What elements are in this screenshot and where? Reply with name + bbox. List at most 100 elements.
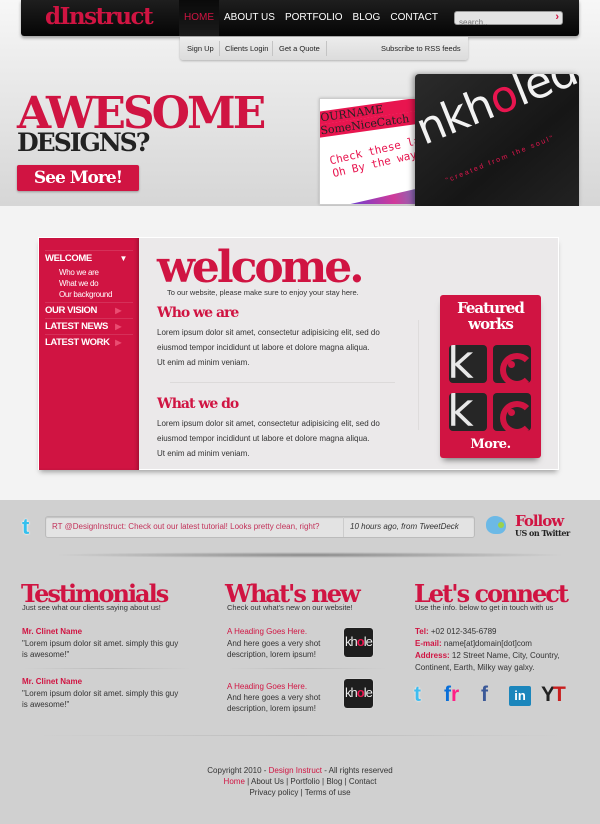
featured-works-box[interactable]: Featured works More. [440,295,541,458]
sidebar-item-label: LATEST NEWS [45,321,108,332]
site-logo[interactable]: dInstruct [45,3,154,30]
welcome-subtitle: To our website, please make sure to enjo… [167,288,359,297]
connect-subtitle: Use the info. below to get in touch with… [415,603,554,612]
news-thumbnail[interactable]: khole [344,679,373,708]
contact-address-2: Continent, Earth, Milky way galxy. [415,663,535,672]
rss-link[interactable]: Subscribe to RSS feeds [381,37,461,60]
copyright-text: Copyright 2010 - [207,766,269,775]
featured-thumb-4[interactable] [493,393,531,431]
follow-sublabel: US on Twitter [515,528,570,538]
nav-contact[interactable]: CONTACT [385,0,443,36]
who-we-are-heading: Who we are [157,305,239,321]
testimonial-name: Mr. Clinet Name [22,627,83,636]
portfolio-screenshot-2[interactable]: nkholed "created from the soul" [415,74,579,206]
what-we-do-heading: What we do [157,396,239,412]
news-heading-link[interactable]: A Heading Goes Here. [227,627,307,636]
linkedin-social-icon[interactable]: in [509,686,531,706]
twitter-icon[interactable]: t [22,516,38,538]
text-line: eiusmod tempor incididunt ut labore et d… [157,343,370,352]
text-line: eiusmod tempor incididunt ut labore et d… [157,434,370,443]
sidebar-item-label: OUR VISION [45,305,97,316]
triangle-right-icon: ▶ [115,322,121,331]
tweet-divider [343,517,344,537]
subnav-divider [326,41,327,56]
search-input[interactable] [455,16,540,29]
main-nav: HOME ABOUT US PORTFOLIO BLOG CONTACT [179,0,443,36]
see-more-button[interactable]: See More! [17,165,139,191]
triangle-right-icon: ▶ [115,338,121,347]
nav-blog[interactable]: BLOG [348,0,386,36]
sidebar-item-our-vision[interactable]: OUR VISION ▶ [45,302,133,318]
footer-links: Home | About Us | Portfolio | Blog | Con… [0,776,600,787]
clients-login-link[interactable]: Clients Login [225,37,268,60]
footer-link-about-us[interactable]: About Us [251,777,284,786]
sidebar-subitem-what-we-do[interactable]: What we do [59,278,99,289]
featured-title-line1: Featured [457,299,525,317]
featured-title-line2: works [468,315,514,333]
what-we-do-text: Lorem ipsum dolor sit amet, consectetur … [157,416,427,461]
sidebar-item-latest-work[interactable]: LATEST WORK ▶ [45,334,133,350]
featured-more-link[interactable]: More. [440,437,541,452]
shot1-text: Check these la Oh By the way [328,134,418,180]
tel-label: Tel: [415,627,429,636]
footer-link-home[interactable]: Home [224,777,245,786]
text-line: is awesome!" [22,650,70,659]
follow-us-on-twitter-link[interactable]: Follow US on Twitter [515,514,570,538]
footer: Copyright 2010 - Design Instruct - All r… [0,765,600,798]
tel-value: +02 012-345-6789 [430,627,497,636]
whats-new-subtitle: Check out what's new on our website! [227,603,353,612]
portfolio-screenshot-1[interactable]: OURNAME SomeNiceCatch Check these la Oh … [319,98,419,205]
sidebar-subitem-our-background[interactable]: Our background [59,289,112,300]
address-label: Address: [415,651,450,660]
get-a-quote-link[interactable]: Get a Quote [279,37,320,60]
sidebar-item-latest-news[interactable]: LATEST NEWS ▶ [45,318,133,334]
privacy-policy-link[interactable]: Privacy policy [249,788,298,797]
sidebar-item-welcome[interactable]: WELCOME ▼ [45,250,133,266]
text-line: Lorem ipsum dolor sit amet, consectetur … [157,419,380,428]
featured-thumb-1[interactable] [449,345,487,383]
featured-thumb-2[interactable] [493,345,531,383]
sidebar-subitem-who-we-are[interactable]: Who we are [59,267,99,278]
text-line: And here goes a very shot [227,639,321,648]
featured-thumb-3[interactable] [449,393,487,431]
terms-of-use-link[interactable]: Terms of use [305,788,351,797]
email-label: E-mail: [415,639,442,648]
text-line: "Lorem ipsum dolor sit amet. simply this… [22,689,179,698]
inkholed-logo: nkholed [415,74,579,155]
subnav-divider [219,41,220,56]
testimonial-quote: "Lorem ipsum dolor sit amet. simply this… [22,638,178,660]
address-value: 12 Street Name, City, Country, [451,651,560,660]
nav-about-us[interactable]: ABOUT US [219,0,280,36]
flickr-social-icon[interactable]: fr [444,682,459,708]
copyright-line: Copyright 2010 - Design Instruct - All r… [0,765,600,776]
brand-link[interactable]: Design Instruct [269,766,322,775]
footer-divider [35,735,565,736]
nav-portfolio[interactable]: PORTFOLIO [280,0,348,36]
twitter-bird-icon [486,516,506,534]
sign-up-link[interactable]: Sign Up [187,37,214,60]
inkholed-tagline: "created from the soul" [445,134,556,185]
news-heading-link[interactable]: A Heading Goes Here. [227,682,307,691]
shot1-graphic [348,184,418,204]
facebook-social-icon[interactable]: f [481,682,488,708]
sub-nav: Sign Up Clients Login Get a Quote Subscr… [180,37,468,60]
footer-link-portfolio[interactable]: Portfolio [290,777,319,786]
youtube-social-icon[interactable]: YT [541,682,566,708]
search-go-arrow-icon[interactable]: › [555,11,559,23]
news-description: And here goes a very shot description, l… [227,692,320,714]
footer-link-blog[interactable]: Blog [326,777,342,786]
divider [22,668,192,669]
email-value[interactable]: name[at]domain[dot]com [444,639,532,648]
tweet-text[interactable]: RT @DesignInstruct: Check out our latest… [52,517,320,537]
text-line: is awesome!" [22,700,70,709]
text-line: Lorem ipsum dolor sit amet, consectetur … [157,328,380,337]
nav-home[interactable]: HOME [179,0,219,36]
footer-link-contact[interactable]: Contact [349,777,377,786]
twitter-bar-shadow [50,552,570,558]
twitter-social-icon[interactable]: t [414,682,421,708]
hero-subtitle: DESIGNS? [17,128,150,157]
news-thumbnail[interactable]: khole [344,628,373,657]
sidebar-item-label: LATEST WORK [45,337,110,348]
featured-works-title: Featured works [440,300,541,332]
contact-email: E-mail: name[at]domain[dot]com [415,638,532,650]
